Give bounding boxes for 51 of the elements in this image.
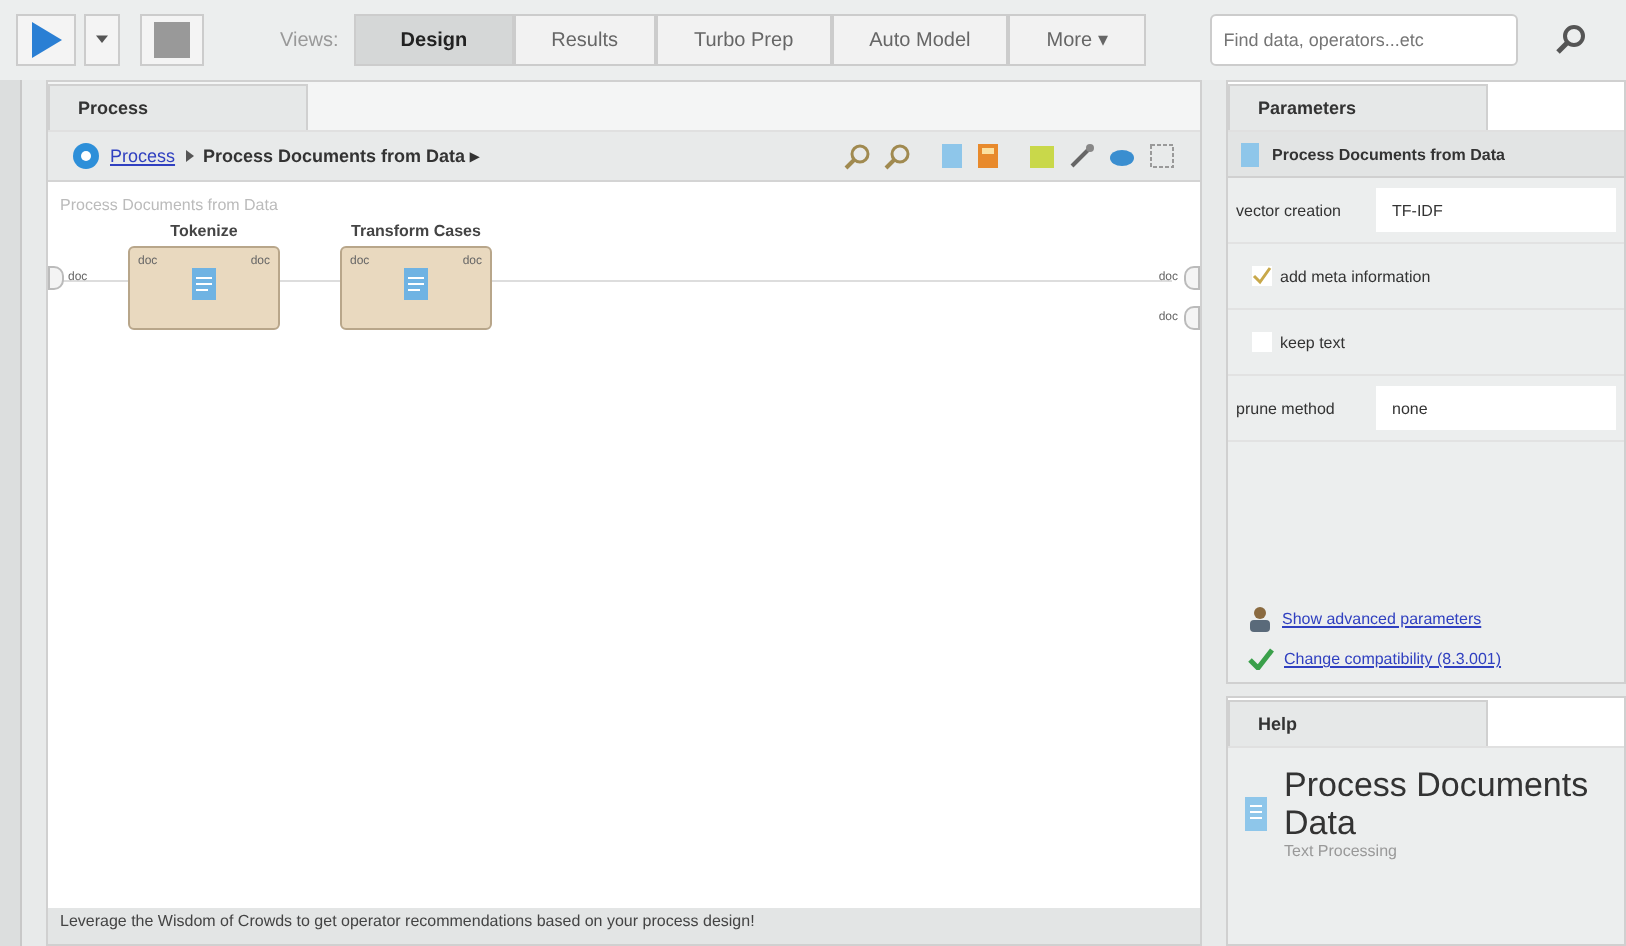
status-bar-message: Leverage the Wisdom of Crowds to get operator recommendations based on your process design! bbox=[48, 908, 1200, 944]
person-icon bbox=[1248, 606, 1272, 632]
checkbox-label: keep text bbox=[1280, 333, 1345, 351]
parameter-label: prune method bbox=[1236, 399, 1337, 417]
view-tab[interactable]: Design bbox=[354, 14, 514, 66]
play-icon bbox=[28, 20, 64, 60]
breadcrumb-link[interactable]: Process bbox=[110, 146, 176, 166]
view-tab[interactable]: Turbo Prep bbox=[655, 14, 832, 66]
checkmark-icon bbox=[1248, 648, 1274, 670]
help-tab[interactable]: Help bbox=[1228, 700, 1488, 746]
stop-button[interactable] bbox=[140, 14, 204, 66]
operator-name: Transform Cases bbox=[351, 222, 481, 240]
parameter-label: vector creation bbox=[1236, 201, 1343, 219]
canvas-title: Process Documents from Data bbox=[58, 194, 280, 218]
help-subtitle: Text Processing bbox=[1284, 842, 1399, 861]
run-button[interactable] bbox=[16, 14, 76, 66]
compatibility-link[interactable]: Change compatibility (8.3.001) bbox=[1284, 650, 1502, 668]
operator-name: Tokenize bbox=[170, 222, 238, 240]
input-port[interactable] bbox=[48, 266, 64, 290]
output-port[interactable] bbox=[1184, 266, 1200, 290]
zoom-in-icon[interactable] bbox=[844, 142, 872, 170]
checkbox[interactable] bbox=[1252, 266, 1272, 286]
search-icon[interactable] bbox=[1553, 24, 1586, 56]
document-icon bbox=[1240, 141, 1260, 167]
run-dropdown-button[interactable] bbox=[84, 14, 120, 66]
views-label: Views: bbox=[280, 29, 339, 51]
output-port[interactable] bbox=[1184, 306, 1200, 330]
document-icon bbox=[190, 266, 218, 302]
expand-icon[interactable] bbox=[1148, 142, 1176, 170]
view-tab[interactable]: More ▾ bbox=[1008, 14, 1146, 66]
note-icon[interactable] bbox=[976, 142, 1000, 170]
checkbox-label: add meta information bbox=[1280, 267, 1431, 285]
view-tab[interactable]: Auto Model bbox=[831, 14, 1009, 66]
wand-icon[interactable] bbox=[1068, 142, 1096, 170]
advanced-parameters-link[interactable]: Show advanced parameters bbox=[1282, 610, 1482, 628]
process-icon bbox=[72, 142, 100, 170]
zoom-out-icon[interactable] bbox=[884, 142, 912, 170]
caret-icon bbox=[96, 34, 108, 46]
search-field[interactable]: Find data, operators...etc bbox=[1209, 14, 1518, 66]
parameter-select[interactable]: none bbox=[1376, 386, 1616, 430]
document-icon bbox=[1244, 796, 1268, 833]
view-tab[interactable]: Results bbox=[513, 14, 656, 66]
document-icon bbox=[402, 266, 430, 302]
breadcrumb-separator-icon bbox=[185, 150, 194, 162]
process-tab[interactable]: Process bbox=[48, 84, 308, 130]
parameters-tab[interactable]: Parameters bbox=[1228, 84, 1488, 130]
breadcrumb-current: Process Documents from Data ▸ bbox=[203, 146, 481, 166]
help-title: Process Documents Data bbox=[1284, 768, 1589, 843]
parameter-select[interactable]: TF-IDF bbox=[1376, 188, 1616, 232]
document-icon[interactable] bbox=[940, 142, 964, 170]
operator-title: Process Documents from Data bbox=[1272, 145, 1505, 163]
